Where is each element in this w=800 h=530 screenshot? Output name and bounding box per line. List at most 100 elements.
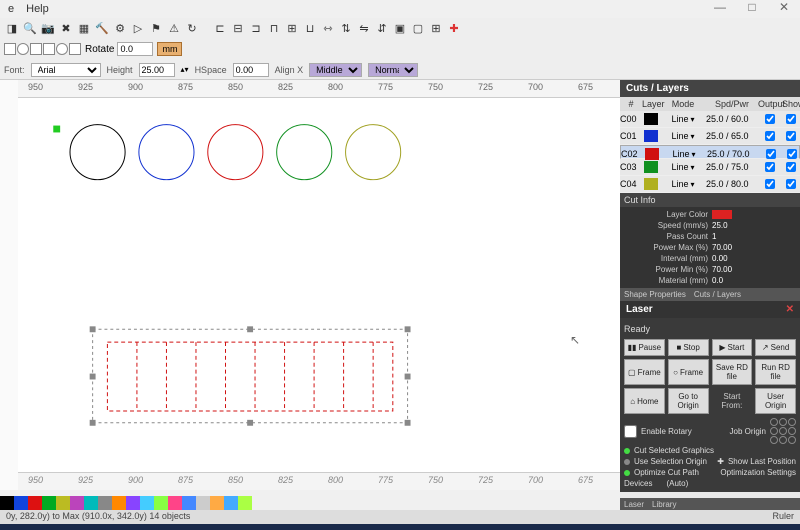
layer-swatch[interactable]: [644, 113, 658, 125]
run-rd-button[interactable]: Run RD file: [755, 359, 796, 385]
job-origin-grid[interactable]: [770, 418, 796, 444]
selection-handle[interactable]: [90, 420, 96, 426]
output-checkbox[interactable]: [765, 131, 775, 141]
palette-swatch[interactable]: [56, 496, 70, 510]
circle-c03[interactable]: [277, 125, 332, 180]
crosshair-icon[interactable]: ✚: [446, 20, 462, 36]
circle-c01[interactable]: [139, 125, 194, 180]
align-top-icon[interactable]: ⊓: [266, 20, 282, 36]
layer-swatch[interactable]: [644, 178, 658, 190]
camera-icon[interactable]: 📷: [40, 20, 56, 36]
ungroup-icon[interactable]: ▢: [410, 20, 426, 36]
selection-handle[interactable]: [247, 326, 253, 332]
close-button[interactable]: ✕: [774, 0, 794, 14]
stepper-icon[interactable]: ▴▾: [181, 65, 189, 74]
selection-handle[interactable]: [405, 326, 411, 332]
shape-circle2-icon[interactable]: [56, 43, 68, 55]
user-origin-select[interactable]: User Origin: [755, 388, 796, 414]
search-icon[interactable]: 🔍: [22, 20, 38, 36]
palette-swatch[interactable]: [238, 496, 252, 510]
rotate-input[interactable]: [117, 42, 153, 56]
height-input[interactable]: [139, 63, 175, 77]
gear-icon[interactable]: ⚙: [112, 20, 128, 36]
dashed-rect[interactable]: [107, 342, 392, 411]
layer-swatch[interactable]: [644, 161, 658, 173]
save-rd-button[interactable]: Save RD file: [712, 359, 753, 385]
wrench-icon[interactable]: ✖: [58, 20, 74, 36]
circle-c00[interactable]: [70, 125, 125, 180]
shape-circle-icon[interactable]: [17, 43, 29, 55]
start-button[interactable]: ▶Start: [712, 339, 753, 356]
output-checkbox[interactable]: [765, 162, 775, 172]
tab-laser[interactable]: Laser: [624, 500, 644, 509]
send-button[interactable]: ↗Send: [755, 339, 796, 356]
unit-button[interactable]: mm: [157, 42, 182, 56]
show-checkbox[interactable]: [786, 162, 796, 172]
cut-layer-row[interactable]: C01Line ▾25.0 / 65.0: [620, 128, 800, 145]
canvas[interactable]: ↖: [18, 98, 620, 472]
tab-shape-properties[interactable]: Shape Properties: [624, 290, 686, 299]
output-checkbox[interactable]: [765, 179, 775, 189]
show-checkbox[interactable]: [786, 131, 796, 141]
menu-item-help[interactable]: Help: [26, 3, 49, 15]
show-checkbox[interactable]: [786, 114, 796, 124]
hspace-input[interactable]: [233, 63, 269, 77]
rotary-checkbox[interactable]: [624, 425, 637, 438]
opt-settings-button[interactable]: Optimization Settings: [720, 468, 796, 477]
minimize-button[interactable]: —: [710, 0, 730, 14]
layer-swatch[interactable]: [644, 130, 658, 142]
palette-swatch[interactable]: [84, 496, 98, 510]
close-icon[interactable]: ✕: [786, 304, 794, 315]
circle-c04[interactable]: [346, 125, 401, 180]
cut-layer-row[interactable]: C00Line ▾25.0 / 60.0: [620, 111, 800, 128]
triangle-icon[interactable]: ▷: [130, 20, 146, 36]
palette-swatch[interactable]: [168, 496, 182, 510]
palette-swatch[interactable]: [154, 496, 168, 510]
align-middle-icon[interactable]: ⊞: [284, 20, 300, 36]
array-icon[interactable]: ⊞: [428, 20, 444, 36]
cut-layer-row[interactable]: C03Line ▾25.0 / 75.0: [620, 159, 800, 176]
warning-icon[interactable]: ⚠: [166, 20, 182, 36]
tab-library[interactable]: Library: [652, 500, 676, 509]
selection-handle[interactable]: [405, 420, 411, 426]
tool-icon[interactable]: ◨: [4, 20, 20, 36]
devices-button[interactable]: Devices: [624, 479, 652, 488]
palette-swatch[interactable]: [210, 496, 224, 510]
shape-hex-icon[interactable]: [30, 43, 42, 55]
mirror-v-icon[interactable]: ⇵: [374, 20, 390, 36]
palette-swatch[interactable]: [70, 496, 84, 510]
home-button[interactable]: ⌂Home: [624, 388, 665, 414]
palette-swatch[interactable]: [224, 496, 238, 510]
palette-swatch[interactable]: [182, 496, 196, 510]
frame-button[interactable]: ▢Frame: [624, 359, 665, 385]
align-right-icon[interactable]: ⊐: [248, 20, 264, 36]
show-checkbox[interactable]: [787, 149, 797, 159]
cut-layer-row[interactable]: C04Line ▾25.0 / 80.0: [620, 176, 800, 193]
cut-layer-row[interactable]: C02Line ▾25.0 / 70.0: [620, 145, 800, 159]
alignx-select[interactable]: Middle: [309, 63, 362, 77]
selection-handle[interactable]: [90, 326, 96, 332]
output-checkbox[interactable]: [765, 114, 775, 124]
shape-rect2-icon[interactable]: [43, 43, 55, 55]
pause-button[interactable]: ▮▮Pause: [624, 339, 665, 356]
flag-icon[interactable]: ⚑: [148, 20, 164, 36]
palette-swatch[interactable]: [126, 496, 140, 510]
distribute-h-icon[interactable]: ⇿: [320, 20, 336, 36]
palette-swatch[interactable]: [140, 496, 154, 510]
show-checkbox[interactable]: [786, 179, 796, 189]
stop-button[interactable]: ■Stop: [668, 339, 709, 356]
circle-c02[interactable]: [208, 125, 263, 180]
layer-color-swatch[interactable]: [712, 210, 732, 219]
device-select[interactable]: (Auto): [666, 479, 688, 488]
selection-handle[interactable]: [90, 374, 96, 380]
distribute-v-icon[interactable]: ⇅: [338, 20, 354, 36]
palette-swatch[interactable]: [28, 496, 42, 510]
align-bottom-icon[interactable]: ⊔: [302, 20, 318, 36]
selection-handle[interactable]: [247, 420, 253, 426]
menu-item-e[interactable]: e: [8, 3, 14, 15]
frame-o-button[interactable]: ○Frame: [668, 359, 709, 385]
palette-swatch[interactable]: [42, 496, 56, 510]
palette-swatch[interactable]: [98, 496, 112, 510]
layer-swatch[interactable]: [645, 148, 659, 160]
hammer-icon[interactable]: 🔨: [94, 20, 110, 36]
